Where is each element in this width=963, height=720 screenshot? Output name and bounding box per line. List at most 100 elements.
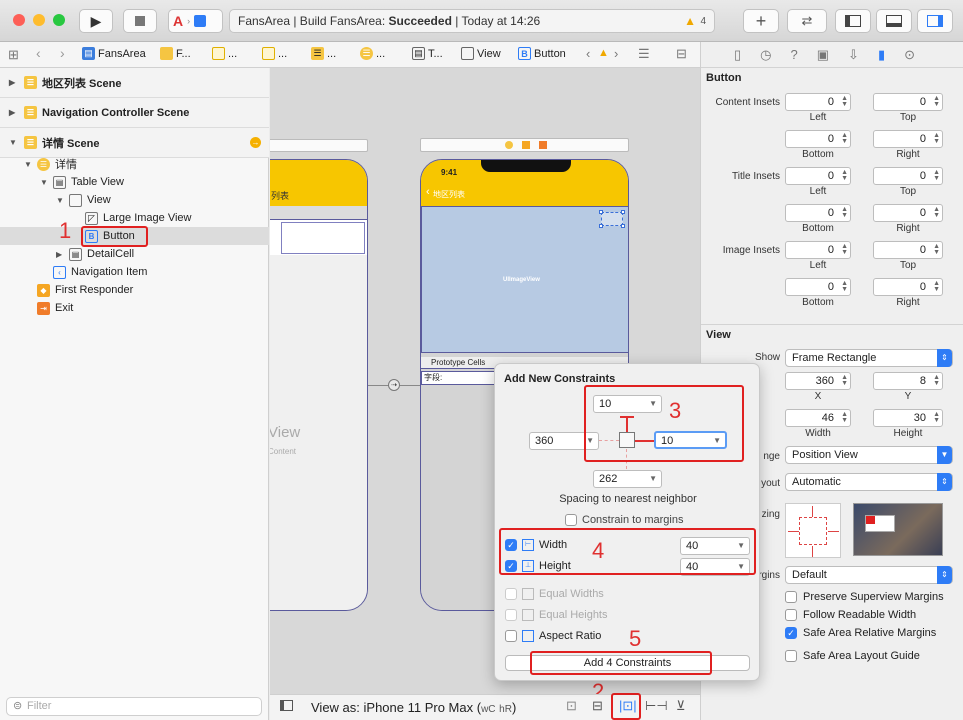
title-inset-bottom[interactable]: 0 ▲ ▼ xyxy=(785,204,851,222)
warning-icon[interactable]: ▲ xyxy=(598,47,609,59)
checkbox-box[interactable] xyxy=(505,588,517,600)
layout-select[interactable]: Automatic ⇕ xyxy=(785,473,953,491)
checkbox-box[interactable] xyxy=(785,650,797,662)
image-inset-left[interactable]: 0 ▲ ▼ xyxy=(785,241,851,259)
content-inset-bottom[interactable]: 0 ▲ ▼ xyxy=(785,130,851,148)
toggle-inspector-button[interactable] xyxy=(917,9,953,33)
grid-icon[interactable]: ⊞ xyxy=(8,47,19,63)
crumb-button[interactable]: B Button xyxy=(518,47,566,60)
crumb-table-view[interactable]: ▤ T... xyxy=(412,47,443,60)
file-inspector-icon[interactable]: ▯ xyxy=(734,47,741,63)
autoresizing-mask[interactable] xyxy=(785,503,841,558)
aspect-ratio-checkbox[interactable]: Aspect Ratio xyxy=(505,630,601,642)
connect-arrow-icon[interactable]: → xyxy=(250,137,261,148)
image-inset-top[interactable]: 0 ▲ ▼ xyxy=(873,241,943,259)
filter-input[interactable]: ⊜ Filter xyxy=(6,697,262,716)
back-arrow-icon[interactable]: ‹ xyxy=(36,45,41,61)
large-image-view[interactable]: UIImageView xyxy=(421,206,628,353)
tree-item-table-view[interactable]: ▼ ▤ Table View xyxy=(0,173,269,191)
resize-handle[interactable] xyxy=(599,224,603,228)
toggle-outline-icon[interactable] xyxy=(280,700,293,711)
phone-left[interactable]: 列表 View Content xyxy=(270,159,368,611)
equal-heights-checkbox[interactable]: Equal Heights xyxy=(505,609,608,621)
forward-arrow-icon[interactable]: › xyxy=(60,45,65,61)
toggle-debug-button[interactable] xyxy=(876,9,912,33)
update-frames-icon[interactable]: ⊡ xyxy=(566,698,577,714)
equal-widths-checkbox[interactable]: Equal Widths xyxy=(505,588,604,600)
stop-button[interactable] xyxy=(123,9,157,33)
minimize-window-button[interactable] xyxy=(33,14,45,26)
tree-item-first-responder[interactable]: ◆ First Responder xyxy=(0,281,269,299)
resize-handle[interactable] xyxy=(621,210,625,214)
attributes-inspector-icon[interactable]: ⇩ xyxy=(848,47,859,63)
tree-item-detail-cell[interactable]: ▶ ▤ DetailCell xyxy=(0,245,269,263)
frame-width[interactable]: 46 ▲ ▼ xyxy=(785,409,851,427)
resolve-issues-icon[interactable]: ⊢⊣ xyxy=(645,698,668,714)
scene-dock-left[interactable] xyxy=(270,139,368,152)
image-inset-right[interactable]: 0 ▲ ▼ xyxy=(873,278,943,296)
frame-x[interactable]: 360 ▲ ▼ xyxy=(785,372,851,390)
crumb-controller[interactable]: ☰... xyxy=(360,47,385,60)
crumb-folder[interactable]: F... xyxy=(160,47,191,60)
disclosure-down-icon[interactable]: ▼ xyxy=(9,138,17,147)
safe-area-guide-checkbox[interactable]: Safe Area Layout Guide xyxy=(785,650,920,662)
chevron-down-icon[interactable]: ▼ xyxy=(649,471,657,487)
crumb-storyboard[interactable]: ... xyxy=(212,47,237,60)
resize-handle[interactable] xyxy=(599,210,603,214)
checkbox-box[interactable] xyxy=(565,514,577,526)
margins-select[interactable]: Default ⇕ xyxy=(785,566,953,584)
scene-row-detail[interactable]: ▼ ☰ 详情 Scene → xyxy=(0,128,269,158)
checkmark-icon[interactable]: ✓ xyxy=(785,627,797,639)
arrange-select[interactable]: Position View ▼ xyxy=(785,446,953,464)
scene-dock-detail[interactable] xyxy=(420,138,629,152)
warning-count[interactable]: 4 xyxy=(700,16,706,27)
connections-inspector-icon[interactable]: ⊙ xyxy=(904,47,915,63)
device-config[interactable]: View as: iPhone 11 Pro Max (wC hR) xyxy=(311,700,516,715)
disclosure-right-icon[interactable]: ▶ xyxy=(9,108,15,117)
exit-dock-icon[interactable] xyxy=(539,141,547,149)
identity-inspector-icon[interactable]: ▣ xyxy=(817,47,829,63)
prev-issue-icon[interactable]: ‹ xyxy=(586,46,590,61)
add-library-button[interactable]: + xyxy=(743,9,779,33)
controller-dock-icon[interactable] xyxy=(505,141,513,149)
checkbox-box[interactable] xyxy=(785,591,797,603)
disclosure-down-icon[interactable]: ▼ xyxy=(40,178,53,187)
title-inset-right[interactable]: 0 ▲ ▼ xyxy=(873,204,943,222)
align-icon[interactable]: ⊟ xyxy=(592,698,603,714)
disclosure-down-icon[interactable]: ▼ xyxy=(24,160,37,169)
constrain-margins-checkbox[interactable]: Constrain to margins xyxy=(565,514,684,526)
crumb-scene[interactable]: ☰... xyxy=(311,47,336,60)
disclosure-right-icon[interactable]: ▶ xyxy=(56,250,69,259)
run-button[interactable]: ▶ xyxy=(79,9,113,33)
bottom-constraint-field[interactable]: 262 ▼ xyxy=(593,470,662,488)
content-inset-right[interactable]: 0 ▲ ▼ xyxy=(873,130,943,148)
next-issue-icon[interactable]: › xyxy=(614,46,618,61)
frame-height[interactable]: 30 ▲ ▼ xyxy=(873,409,943,427)
scheme-selector[interactable]: A › xyxy=(168,9,223,33)
tree-item-exit[interactable]: ⇥ Exit xyxy=(0,299,269,317)
close-window-button[interactable] xyxy=(13,14,25,26)
checkbox-box[interactable] xyxy=(505,630,517,642)
scene-row-region-list[interactable]: ▶ ☰ 地区列表 Scene xyxy=(0,68,269,98)
checkbox-box[interactable] xyxy=(785,609,797,621)
add-editor-icon[interactable]: ⊟ xyxy=(676,46,687,62)
tree-item-large-image-view[interactable]: ◸ Large Image View xyxy=(0,209,269,227)
safe-area-margins-checkbox[interactable]: ✓ Safe Area Relative Margins xyxy=(785,627,936,639)
resize-handle[interactable] xyxy=(621,224,625,228)
disclosure-down-icon[interactable]: ▼ xyxy=(56,196,69,205)
toggle-navigator-button[interactable] xyxy=(835,9,871,33)
disclosure-right-icon[interactable]: ▶ xyxy=(9,78,15,87)
segue-icon[interactable]: ⇢ xyxy=(388,379,400,391)
checkbox-box[interactable] xyxy=(505,609,517,621)
first-responder-dock-icon[interactable] xyxy=(522,141,530,149)
help-inspector-icon[interactable]: ? xyxy=(791,47,798,62)
embed-in-icon[interactable]: ⊻ xyxy=(676,698,686,714)
crumb-storyboard-base[interactable]: ... xyxy=(262,47,287,60)
scene-row-navigation[interactable]: ▶ ☰ Navigation Controller Scene xyxy=(0,98,269,128)
warning-icon[interactable]: ▲ xyxy=(684,14,696,28)
code-review-button[interactable]: ⇄ xyxy=(787,9,827,33)
content-inset-top[interactable]: 0 ▲ ▼ xyxy=(873,93,943,111)
button-frame[interactable] xyxy=(599,210,625,228)
image-inset-bottom[interactable]: 0 ▲ ▼ xyxy=(785,278,851,296)
lines-icon[interactable]: ☰ xyxy=(638,46,650,62)
